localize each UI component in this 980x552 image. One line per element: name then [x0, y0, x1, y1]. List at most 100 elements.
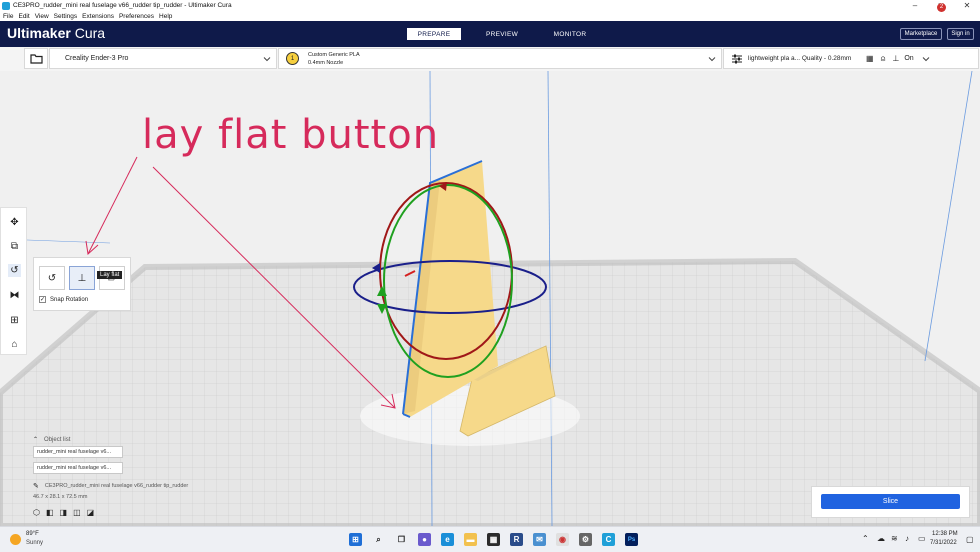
annotation-text: lay flat button — [142, 112, 440, 158]
support-icon: ⍝ — [880, 53, 886, 63]
chat-icon[interactable]: ● — [418, 533, 431, 546]
r-app-icon[interactable]: R — [510, 533, 523, 546]
sign-in-button[interactable]: Sign in — [947, 28, 974, 40]
snap-rotation-checkbox[interactable]: ✓ — [39, 296, 46, 303]
tab-prepare[interactable]: PREPARE — [407, 28, 461, 40]
start-icon[interactable]: ⊞ — [349, 533, 362, 546]
brand-logo: Ultimaker Cura — [7, 25, 105, 41]
file-explorer-icon[interactable]: ▬ — [464, 533, 477, 546]
printer-name: Creality Ender-3 Pro — [65, 55, 129, 62]
task-view-icon[interactable]: ❐ — [395, 533, 408, 546]
marketplace-button[interactable]: Marketplace — [900, 28, 942, 40]
move-icon: ✥ — [10, 217, 19, 228]
view-top-icon[interactable]: ◨ — [60, 508, 68, 517]
pencil-icon[interactable]: ✎ — [33, 482, 39, 490]
battery-icon[interactable]: ▭ — [918, 534, 926, 543]
material-selector[interactable]: 1 Custom Generic PLA 0.4mm Nozzle — [278, 48, 722, 69]
chevron-up-icon[interactable]: ⌃ — [33, 436, 38, 443]
object-list-panel: ⌃ Object list rudder_mini real fuselage … — [30, 436, 230, 526]
model-dimensions: 46.7 x 28.1 x 72.5 mm — [33, 494, 88, 500]
windows-taskbar: 89°F Sunny ⊞ ⌕ ❐ ● e ▬ ▦ R ✉ ◉ ⚙ C Ps ⌃ … — [0, 526, 980, 552]
menu-file[interactable]: File — [3, 13, 13, 20]
slice-button[interactable]: Slice — [821, 494, 960, 509]
infill-icon: ▦ — [866, 54, 874, 63]
sliders-icon — [732, 54, 742, 63]
close-button[interactable]: ✕ — [954, 1, 980, 10]
object-list-item[interactable]: rudder_mini real fuselage v6... — [33, 446, 123, 458]
print-settings-selector[interactable]: lightweight pla a... Quality - 0.28mm ▦ … — [723, 48, 979, 69]
stage-tabs: PREPARE PREVIEW MONITOR — [407, 28, 611, 40]
clock-date[interactable]: 7/31/2022 — [930, 540, 957, 546]
adhesion-icon: ⊥ — [892, 54, 900, 63]
search-icon[interactable]: ⌕ — [372, 533, 385, 546]
slice-panel: Slice — [811, 486, 970, 518]
object-list-label[interactable]: Object list — [44, 437, 70, 443]
menu-settings[interactable]: Settings — [54, 13, 78, 20]
notification-icon[interactable]: ▢ — [966, 535, 974, 544]
scale-tool-button[interactable]: ⧉ — [8, 240, 21, 253]
chevron-down-icon — [708, 56, 716, 61]
nozzle-size: 0.4mm Nozzle — [308, 59, 344, 66]
onedrive-icon[interactable]: ☁ — [877, 534, 885, 543]
tool-bar: ✥ ⧉ ↺ ⧓ ⊞ ⌂ — [0, 207, 27, 355]
extruder-number: 1 — [286, 52, 299, 65]
per-model-settings-button[interactable]: ⊞ — [8, 314, 21, 327]
window-title: CE3PRO_rudder_mini real fuselage v66_rud… — [13, 2, 232, 9]
support-blocker-icon: ⌂ — [11, 339, 18, 350]
menu-preferences[interactable]: Preferences — [119, 13, 154, 20]
chrome-icon[interactable]: ◉ — [556, 533, 569, 546]
current-file-name: CE3PRO_rudder_mini real fuselage v66_rud… — [44, 483, 189, 489]
window-title-bar: CE3PRO_rudder_mini real fuselage v66_rud… — [0, 0, 980, 11]
material-name: Custom Generic PLA — [308, 51, 360, 58]
store-icon[interactable]: ▦ — [487, 533, 500, 546]
cura-taskbar-icon[interactable]: C — [602, 533, 615, 546]
rotate-panel: ↺ ⊥ ▱ ✓ Snap Rotation — [33, 257, 131, 311]
chevron-up-icon[interactable]: ⌃ — [862, 534, 869, 543]
weather-condition[interactable]: Sunny — [26, 540, 43, 546]
move-tool-button[interactable]: ✥ — [8, 216, 21, 229]
view-right-icon[interactable]: ◪ — [87, 508, 95, 517]
reset-rotation-button[interactable]: ↺ — [39, 266, 65, 290]
lay-flat-button[interactable]: ⊥ — [69, 266, 95, 290]
mirror-tool-button[interactable]: ⧓ — [8, 289, 21, 302]
menu-edit[interactable]: Edit — [18, 13, 29, 20]
mail-icon[interactable]: ✉ — [533, 533, 546, 546]
chevron-down-icon — [263, 56, 271, 61]
folder-icon — [29, 54, 43, 64]
mirror-icon: ⧓ — [9, 290, 20, 301]
edge-icon[interactable]: e — [441, 533, 454, 546]
menu-view[interactable]: View — [35, 13, 49, 20]
minimize-button[interactable]: – — [902, 1, 928, 10]
sun-icon[interactable] — [10, 534, 21, 545]
lay-flat-icon: ⊥ — [77, 272, 87, 284]
view-3d-icon[interactable]: ⬡ — [33, 508, 40, 517]
weather-temperature[interactable]: 89°F — [26, 531, 39, 537]
marketplace-badge: 2 — [937, 3, 946, 12]
menu-bar: File Edit View Settings Extensions Prefe… — [0, 11, 980, 21]
menu-help[interactable]: Help — [159, 13, 172, 20]
lay-flat-tooltip: Lay flat — [97, 271, 123, 279]
rotate-tool-button[interactable]: ↺ — [8, 264, 21, 277]
view-front-icon[interactable]: ◧ — [46, 508, 54, 517]
support-blocker-button[interactable]: ⌂ — [8, 338, 21, 351]
per-model-settings-icon: ⊞ — [10, 315, 19, 326]
config-bar: Creality Ender-3 Pro 1 Custom Generic PL… — [0, 47, 980, 71]
object-list-item[interactable]: rudder_mini real fuselage v6... — [33, 462, 123, 474]
snap-rotation-label: Snap Rotation — [50, 296, 89, 303]
view-left-icon[interactable]: ◫ — [73, 508, 81, 517]
scale-icon: ⧉ — [10, 241, 19, 252]
cura-app-icon — [2, 1, 10, 10]
rotate-icon: ↺ — [10, 265, 19, 276]
tab-monitor[interactable]: MONITOR — [543, 28, 597, 40]
photoshop-icon[interactable]: Ps — [625, 533, 638, 546]
brand-light: Cura — [74, 25, 106, 41]
clock-time[interactable]: 12:38 PM — [932, 531, 958, 537]
settings-app-icon[interactable]: ⚙ — [579, 533, 592, 546]
open-file-button[interactable] — [24, 48, 48, 69]
tab-preview[interactable]: PREVIEW — [475, 28, 529, 40]
menu-extensions[interactable]: Extensions — [82, 13, 114, 20]
volume-icon[interactable]: ♪ — [905, 534, 909, 543]
wifi-icon[interactable]: ≋ — [891, 534, 898, 543]
app-header: Ultimaker Cura PREPARE PREVIEW MONITOR M… — [0, 21, 980, 47]
printer-selector[interactable]: Creality Ender-3 Pro — [49, 48, 277, 69]
